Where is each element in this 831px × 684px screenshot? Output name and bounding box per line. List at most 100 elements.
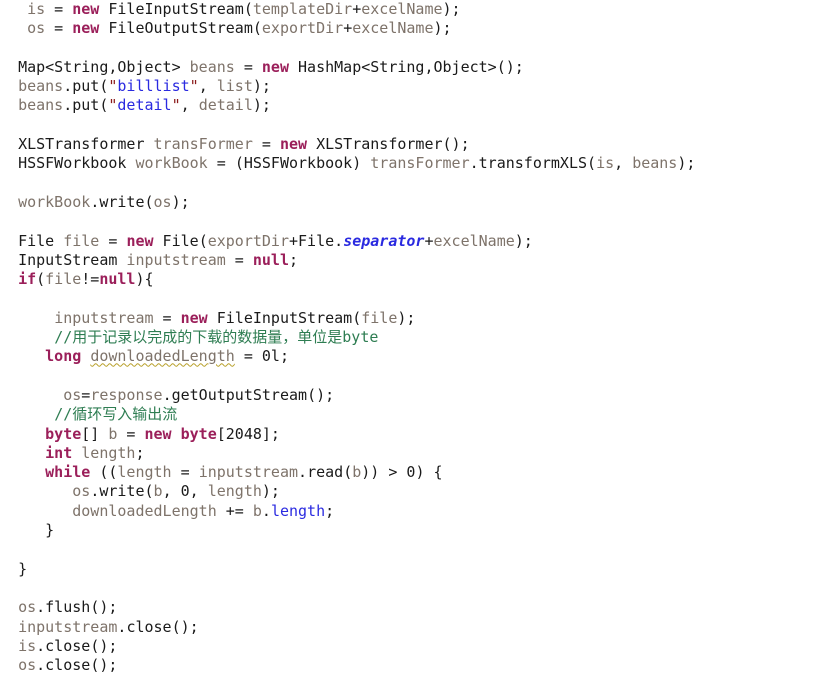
statement-end: ); <box>252 96 271 115</box>
dot: . <box>36 598 46 617</box>
keyword-int: int <box>45 443 73 462</box>
code-line-comment[interactable]: //循环写入输出流 <box>0 405 831 424</box>
dot: . <box>90 192 100 211</box>
object-is: is <box>18 636 37 655</box>
method-close: close <box>45 636 91 655</box>
keyword-new: new <box>144 424 172 443</box>
method-close: close <box>45 656 91 675</box>
assign-operator: = <box>81 385 91 404</box>
assign-operator: = <box>252 135 280 154</box>
keyword-byte: byte <box>180 424 217 443</box>
not-equal-operator: != <box>81 270 100 289</box>
object-os: os <box>72 482 91 501</box>
code-line-blank[interactable] <box>0 367 831 386</box>
code-line[interactable]: os=response.getOutputStream(); <box>0 386 831 405</box>
code-line[interactable]: inputstream = new FileInputStream(file); <box>0 309 831 328</box>
keyword-new: new <box>72 19 100 38</box>
keyword-new: new <box>279 135 308 154</box>
assign-operator: = <box>45 0 73 18</box>
plus-operator: + <box>352 0 362 18</box>
code-line[interactable]: os.flush(); <box>0 598 831 617</box>
statement-end: (); <box>90 656 118 675</box>
code-line-blank[interactable] <box>0 289 831 308</box>
object-inputstream: inputstream <box>198 463 299 482</box>
arg-length: length <box>207 482 262 501</box>
code-line[interactable]: byte[] b = new byte[2048]; <box>0 425 831 444</box>
block-close-brace: } <box>18 559 28 578</box>
code-line[interactable]: int length; <box>0 444 831 463</box>
code-line[interactable]: long downloadedLength = 0l; <box>0 347 831 366</box>
arg-templatedir: templateDir <box>252 0 353 18</box>
keyword-null: null <box>252 250 289 269</box>
variable-b: b <box>99 424 118 443</box>
code-line[interactable]: while ((length = inputstream.read(b)) > … <box>0 463 831 482</box>
code-line-blank[interactable] <box>0 540 831 559</box>
paren-open: ( <box>36 270 46 289</box>
code-line[interactable]: os.write(b, 0, length); <box>0 482 831 501</box>
comma: , <box>614 154 633 173</box>
code-line[interactable]: File file = new File(exportDir+File.sepa… <box>0 232 831 251</box>
code-line[interactable]: } <box>0 521 831 540</box>
arg-excelname: excelName <box>352 19 434 38</box>
code-line-blank[interactable] <box>0 579 831 598</box>
type-fileinputstream: FileInputStream <box>108 0 244 18</box>
dot: . <box>90 482 100 501</box>
code-line-blank[interactable] <box>0 39 831 58</box>
code-line[interactable]: workBook.write(os); <box>0 193 831 212</box>
statement-end: (); <box>307 385 335 404</box>
arg-is: is <box>596 154 615 173</box>
code-line[interactable]: os.close(); <box>0 656 831 675</box>
assign-operator: = <box>234 57 262 76</box>
arg-file: file <box>361 308 398 327</box>
code-line[interactable]: downloadedLength += b.length; <box>0 502 831 521</box>
comma: , <box>180 96 199 115</box>
code-line[interactable]: is = new FileInputStream(templateDir+exc… <box>0 0 831 19</box>
assign-operator: = <box>207 154 235 173</box>
type-xlstransformer: XLSTransformer <box>18 135 145 154</box>
code-line[interactable]: inputstream.close(); <box>0 618 831 637</box>
quote-close: " <box>171 96 181 115</box>
code-line[interactable]: if(file!=null){ <box>0 270 831 289</box>
code-line-blank[interactable] <box>0 116 831 135</box>
code-line[interactable]: beans.put("billlist", list); <box>0 77 831 96</box>
assign-operator: = <box>171 463 199 482</box>
variable-inputstream: inputstream <box>54 308 154 327</box>
variable-beans: beans <box>180 57 235 76</box>
variable-os: os <box>27 19 46 38</box>
code-line[interactable]: Map<String,Object> beans = new HashMap<S… <box>0 58 831 77</box>
code-line-comment[interactable]: //用于记录以完成的下载的数据量，单位是byte <box>0 328 831 347</box>
code-line[interactable]: HSSFWorkbook workBook = (HSSFWorkbook) t… <box>0 154 831 173</box>
dot: . <box>334 231 344 250</box>
method-read: read <box>307 463 344 482</box>
code-line[interactable]: os = new FileOutputStream(exportDir+exce… <box>0 19 831 38</box>
code-line-blank[interactable] <box>0 174 831 193</box>
type-fileoutputstream: FileOutputStream <box>108 19 253 38</box>
code-line[interactable]: InputStream inputstream = null; <box>0 251 831 270</box>
variable-downloadedlength-warning: downloadedLength <box>90 347 235 366</box>
type-file: File <box>18 231 55 250</box>
paren-open: ( <box>144 482 154 501</box>
code-line[interactable]: XLSTransformer transFormer = new XLSTran… <box>0 135 831 154</box>
code-line-blank[interactable] <box>0 212 831 231</box>
code-line[interactable]: is.close(); <box>0 637 831 656</box>
object-workbook: workBook <box>18 192 91 211</box>
keyword-new: new <box>180 308 208 327</box>
object-inputstream: inputstream <box>18 617 118 636</box>
code-line[interactable]: } <box>0 560 831 579</box>
type-fileinputstream: FileInputStream <box>207 308 353 327</box>
variable-os: os <box>63 385 82 404</box>
code-line[interactable]: beans.put("detail", detail); <box>0 96 831 115</box>
block-open: ){ <box>135 270 154 289</box>
code-editor-viewport[interactable]: is = new FileInputStream ( templateDir+exc… <box>0 0 831 684</box>
